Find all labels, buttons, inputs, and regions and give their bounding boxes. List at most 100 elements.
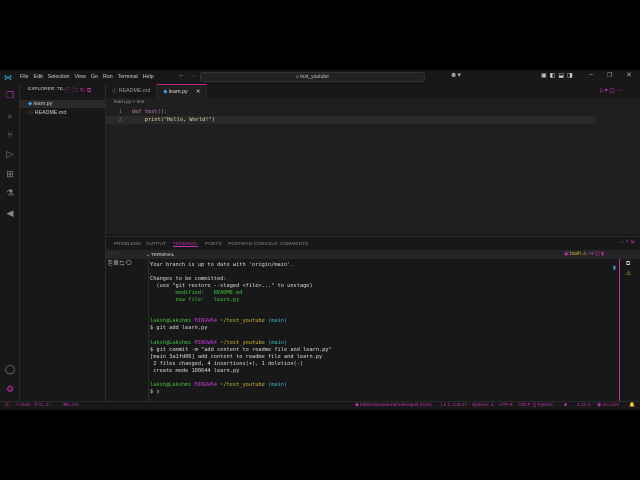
tab-learn-py[interactable]: ◆ learn.py ✕ [157,84,208,98]
menu-view[interactable]: View [74,74,85,80]
run-debug-icon[interactable]: ▷ [5,149,15,159]
branch-indicator[interactable]: ⑂ main [16,402,31,410]
explorer-sidebar: EXPLORER: TE... 🗋🗀↻⧉ ◆ learn.py ⓘ README… [20,84,106,401]
prompt-part: MINGW64 [194,318,221,325]
scrollbar-marker[interactable]: ▮ [613,265,616,271]
testing-icon[interactable]: ⚗ [5,188,15,198]
settings-gear-icon[interactable]: ⚙ [5,384,15,394]
prompt-part: MINGW64 [194,339,221,346]
problems-status[interactable]: ⊗0 ⚠0 [63,402,78,410]
branch-name: main [20,403,31,408]
remote-indicator-icon[interactable]: ⟩⟨ [5,402,9,410]
user-status[interactable]: ◆ lakshmiprasannamalempati (now) [355,402,432,410]
explorer-icon[interactable]: ❐ [5,90,15,100]
code-text: def test(): [132,109,168,115]
back-arrow-icon[interactable]: ← [178,72,185,79]
extensions-icon[interactable]: ⊞ [5,169,15,179]
warning-icon[interactable]: ⚠ [626,270,631,277]
tab-terminal[interactable]: TERMINAL [173,241,198,247]
account-icon[interactable]: ◯ [5,364,15,374]
language-mode[interactable]: {} Python [533,402,552,410]
tab-label: README.md [118,88,151,94]
menu-go[interactable]: Go [91,74,98,80]
terminal-line: laksh@Lakshmi MINGW64 ~/test_youtube (ma… [150,340,287,347]
prompt-part: laksh@Lakshmi [150,381,195,388]
explorer-title: EXPLORER: TE... [28,87,67,92]
command-center-search[interactable]: ⌕ test_youtube [200,72,425,82]
copilot-icon[interactable]: ☻▾ [450,71,461,79]
code-line[interactable]: 1 def test(): [106,108,596,116]
terminal-line: $ ▯ [150,388,160,395]
copilot-status-icon[interactable]: ☻ [563,402,568,410]
vscode-window: ⋈ File Edit Selection View Go Run Termin… [0,70,640,410]
tab-label: learn.py [168,89,188,95]
editor-tabs: ⓘ README.md ◆ learn.py ✕ ▷▾ ◫ ⋯ [106,84,640,98]
terminal-line: modified: README.md [150,290,243,297]
user-text: lakshmiprasannamalempati (now) [360,403,432,408]
forward-arrow-icon[interactable]: → [189,72,196,79]
prompt-part: ~/test_youtube [220,381,269,388]
close-window-icon[interactable]: ✕ [626,71,632,79]
prompt-part: laksh@Lakshmi [150,339,195,346]
tab-readme-md[interactable]: ⓘ README.md [106,84,158,98]
chevrons-icon[interactable]: › › › › [108,251,119,257]
menu-selection[interactable]: Selection [48,74,70,80]
eol[interactable]: CRLF [518,402,531,410]
language-text: Python [537,403,553,408]
tab-comments[interactable]: COMMENTS [280,241,308,246]
run-python-icon[interactable]: ▷▾ ◫ ⋯ [600,87,623,94]
terminal-toolbar-icons[interactable]: ⎘▤⇆⟲ [108,261,133,268]
encoding[interactable]: UTF-8 [499,402,513,410]
terminal-title-text: TERMINAL [151,252,175,257]
prompt-part: (main) [268,339,288,346]
menu-terminal[interactable]: Terminal [118,74,138,80]
notifications-bell-icon[interactable]: 🔔 [629,402,635,410]
title-bar: ⋈ File Edit Selection View Go Run Termin… [0,70,640,84]
terminal-line: $ git commit -m "add content to readme f… [150,346,332,353]
menu-file[interactable]: File [20,74,29,80]
terminal-instance-icon[interactable]: ⧉ [626,261,630,268]
prompt-part: ~/test_youtube [220,318,269,325]
breadcrumb-symbol[interactable]: test [137,100,145,105]
tab-output[interactable]: OUTPUT [146,241,166,246]
file-name: README.md [34,110,67,116]
cursor-position[interactable]: Ln 2, Col 27 [441,402,467,410]
search-icon[interactable]: ⌕ [5,111,15,121]
explorer-actions-icons[interactable]: 🗋🗀↻⧉ [65,86,93,96]
file-readme-md[interactable]: ⓘ README.md [20,109,106,117]
remote-icon[interactable]: ◀ [5,208,15,218]
tab-postman-console[interactable]: POSTMAN CONSOLE [228,241,277,246]
terminal-shell-selector[interactable]: ▣ bash ⚠ +▾ ◫ ▮ [564,251,604,257]
tab-ports[interactable]: PORTS [205,241,222,246]
tab-problems[interactable]: PROBLEMS [114,241,141,246]
indentation[interactable]: Spaces: 4 [472,402,493,410]
breadcrumb: learn.py > test [114,100,144,105]
prompt-part: laksh@Lakshmi [150,318,195,325]
restore-icon[interactable]: ❐ [607,72,612,79]
terminal-line: (use "git restore --staged <file>..." to… [150,283,313,290]
terminal-line: laksh@Lakshmi MINGW64 ~/test_youtube (ma… [150,318,287,325]
prompt-part: (main) [268,318,288,325]
breadcrumb-file[interactable]: learn.py [114,100,131,105]
menu-run[interactable]: Run [103,74,113,80]
close-tab-icon[interactable]: ✕ [196,89,200,95]
status-bar: ⟩⟨ ⑂ main ⟳ 0↓ 1↑ ⊗0 ⚠0 ◆ lakshmiprasann… [0,401,640,410]
menu-edit[interactable]: Edit [34,74,43,80]
python-version[interactable]: 3.10.4 [577,402,590,410]
info-file-icon: ⓘ [28,110,35,116]
file-learn-py[interactable]: ◆ learn.py [20,100,106,108]
go-live-text: Go Live [602,403,620,408]
layout-icons[interactable]: ▣◧⬓◨ [541,72,576,79]
source-control-icon[interactable]: ⑂ [5,130,15,140]
code-text: print("Hello, World!") [132,117,215,123]
sync-status[interactable]: ⟳ 0↓ 1↑ [34,402,51,410]
panel-action-icons[interactable]: +▾ ◫ ▮ [588,251,604,257]
go-live[interactable]: ◉ Go Live [597,402,619,410]
code-line[interactable]: 2 print("Hello, World!") [106,116,596,124]
terminal-list: ⧉ ⚠ [619,259,640,401]
minimize-icon[interactable]: – [589,71,593,78]
panel-controls-icons[interactable]: ⋯ ^ ✕ [618,239,635,246]
prompt-part: ~/test_youtube [220,339,269,346]
terminal-header: › › › › ⌄ TERMINAL ▣ bash ⚠ +▾ ◫ ▮ [106,250,640,259]
menu-help[interactable]: Help [143,74,154,80]
